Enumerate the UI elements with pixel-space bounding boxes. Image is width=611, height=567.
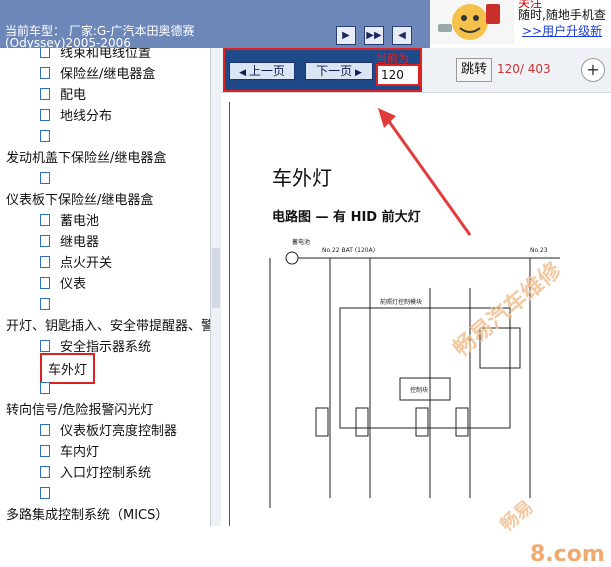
nav-first-button[interactable]: ▶ xyxy=(336,26,356,45)
watermark-url: 8.com xyxy=(530,542,605,567)
mascot-icon xyxy=(430,0,514,44)
ad-line-1: 随时,随地手机查 xyxy=(518,8,606,22)
svg-text:前照灯控制模块: 前照灯控制模块 xyxy=(380,298,422,306)
document-icon xyxy=(40,48,50,58)
document-icon xyxy=(40,67,50,79)
chevron-right-icon: ▶ xyxy=(352,68,362,78)
tree-leaf-item[interactable]: 点火开关 xyxy=(60,252,112,271)
svg-text:蓄电池: 蓄电池 xyxy=(292,238,310,246)
ad-banner[interactable]: 关注 随时,随地手机查 >>用户升级新 xyxy=(430,0,611,44)
page-number-input[interactable]: 120 xyxy=(376,64,420,86)
document-icon xyxy=(40,424,50,436)
document-icon xyxy=(40,298,50,310)
tree-item-selected[interactable]: 车外灯 xyxy=(40,353,96,384)
jump-button[interactable]: 跳转 xyxy=(456,58,492,82)
document-icon xyxy=(40,235,50,247)
viewer-toolbar: ◀ 上一页 下一页 ▶ 当前为 120 跳转 120/ 403 + xyxy=(221,48,611,93)
chevron-left-icon: ◀ xyxy=(239,68,249,78)
document-viewer: ◀ 上一页 下一页 ▶ 当前为 120 跳转 120/ 403 + 车外灯 电路… xyxy=(221,48,611,567)
ad-upgrade-link[interactable]: >>用户升级新 xyxy=(522,22,602,39)
document-icon xyxy=(40,445,50,457)
tree-folder-item[interactable]: 开灯、钥匙插入、安全带提醒器、警 xyxy=(6,315,210,334)
scrollbar-thumb[interactable] xyxy=(212,248,220,308)
tree-leaf-item[interactable]: 车内灯 xyxy=(60,441,99,460)
tree-leaf-item[interactable]: 仪表板灯亮度控制器 xyxy=(60,420,177,439)
document-page: 车外灯 电路图 — 有 HID 前大灯 蓄电池 No.22 BAT (120A)… xyxy=(229,102,611,567)
document-icon xyxy=(40,172,50,184)
document-icon xyxy=(40,214,50,226)
tree-folder-item[interactable]: 仪表板下保险丝/继电器盒 xyxy=(6,189,153,208)
document-icon xyxy=(40,466,50,478)
prev-page-button[interactable]: ◀ 上一页 xyxy=(229,62,295,80)
document-icon xyxy=(40,487,50,499)
tree-leaf-item[interactable]: 保险丝/继电器盒 xyxy=(60,63,155,82)
tree-leaf-item[interactable]: 入口灯控制系统 xyxy=(60,462,151,481)
svg-text:控制块: 控制块 xyxy=(410,386,428,394)
next-page-button[interactable]: 下一页 ▶ xyxy=(305,62,373,80)
tree-folder-item[interactable]: 转向信号/危险报警闪光灯 xyxy=(6,399,153,418)
document-title: 车外灯 xyxy=(272,166,332,190)
document-icon xyxy=(40,382,50,394)
document-icon xyxy=(40,277,50,289)
svg-text:No.22 BAT (120A): No.22 BAT (120A) xyxy=(322,247,375,254)
document-icon xyxy=(40,109,50,121)
tree-leaf-item[interactable]: 地线分布 xyxy=(60,105,112,124)
tree-leaf-item[interactable]: 蓄电池 xyxy=(60,210,99,229)
tree-scrollbar[interactable] xyxy=(210,48,221,526)
prev-page-label: 上一页 xyxy=(248,64,285,78)
tree-leaf-item[interactable]: 仪表 xyxy=(60,273,86,292)
page-count: 120/ 403 xyxy=(497,62,551,76)
navigation-tree: 线束和电线位置保险丝/继电器盒 配电地线分布发动机盖下保险丝/继电器盒 仪表板下保险… xyxy=(0,48,210,526)
document-subtitle: 电路图 — 有 HID 前大灯 xyxy=(272,210,421,225)
nav-last-button[interactable]: ◀ xyxy=(392,26,412,45)
top-header: 当前车型： 厂家:G-广汽本田奥德赛 (Odyssey)2005-2006 ▶ … xyxy=(0,0,430,50)
nav-middle-button[interactable]: ▶▶ xyxy=(364,26,384,45)
document-icon xyxy=(40,256,50,268)
tree-leaf-item[interactable]: 配电 xyxy=(60,84,86,103)
tree-folder-item[interactable]: 发动机盖下保险丝/继电器盒 xyxy=(6,147,166,166)
document-icon xyxy=(40,88,50,100)
tree-folder-item[interactable]: 多路集成控制系统（MICS） xyxy=(6,504,168,523)
zoom-in-icon[interactable]: + xyxy=(581,58,605,82)
tree-leaf-item[interactable]: 继电器 xyxy=(60,231,99,250)
document-icon xyxy=(40,130,50,142)
tree-leaf-item[interactable]: 线束和电线位置 xyxy=(60,48,151,61)
document-icon xyxy=(40,340,50,352)
next-page-label: 下一页 xyxy=(316,64,353,78)
